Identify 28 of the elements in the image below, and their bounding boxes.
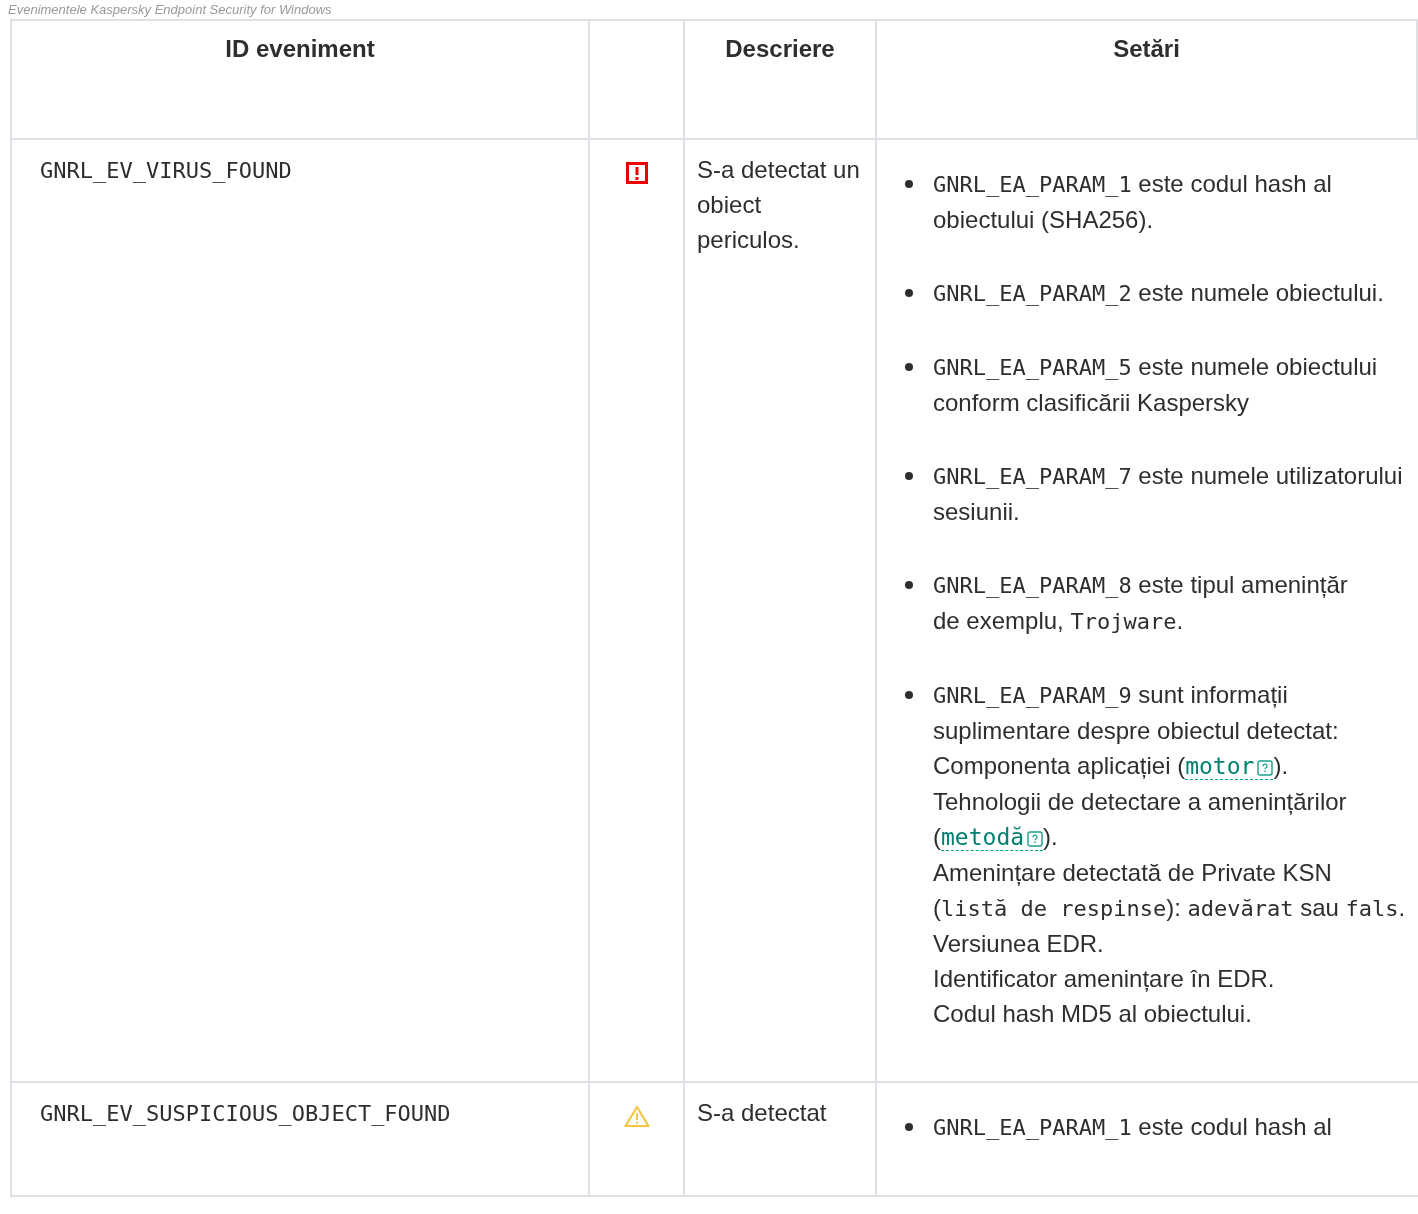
bullet-icon [905, 289, 913, 297]
glossary-link[interactable]: metodă [941, 824, 1044, 851]
parameter-description: GNRL_EA_PARAM_9 sunt informații suplimentare despre obiectul detectat: Componenta aplicației (motor ). Tehnologii de detectare a amenințărilor (metodă ). Amenințare detectată de Private KSN (listă de respinse): adevărat sau fals. Versiunea EDR. Identificator amenințare în EDR. Codul hash MD5 al obiectului. [933, 680, 1407, 1029]
help-icon [1027, 831, 1044, 847]
bullet-icon [905, 581, 913, 589]
help-icon [1257, 760, 1274, 776]
event-id: GNRL_EV_SUSPICIOUS_OBJECT_FOUND [39, 1101, 451, 1126]
column-header: Descriere [725, 35, 835, 62]
glossary-link[interactable]: motor [1185, 753, 1274, 780]
parameter-description: GNRL_EA_PARAM_1 este codul hash al [933, 1112, 1333, 1142]
bullet-icon [905, 363, 913, 371]
warning-icon [623, 1105, 650, 1127]
bullet-icon [905, 1123, 913, 1131]
event-id: GNRL_EV_VIRUS_FOUND [39, 158, 292, 183]
event-description: S-a detectat un obiect periculos. [697, 156, 860, 253]
bullet-icon [905, 472, 913, 480]
parameter-description: GNRL_EA_PARAM_5 este numele obiectului conform clasificării Kaspersky [933, 352, 1379, 418]
parameter-description: GNRL_EA_PARAM_7 este numele utilizatorului sesiunii. [933, 461, 1404, 527]
bullet-icon [905, 180, 913, 188]
bullet-icon [905, 691, 913, 699]
parameter-description: GNRL_EA_PARAM_2 este numele obiectului. [933, 278, 1385, 308]
column-header: Setări [1113, 35, 1180, 62]
event-description: S-a detectat [697, 1099, 827, 1126]
column-header: ID eveniment [225, 35, 375, 62]
error-icon [625, 162, 648, 184]
parameter-description: GNRL_EA_PARAM_1 este codul hash al obiectului (SHA256). [933, 169, 1333, 235]
page-caption: Evenimentele Kaspersky Endpoint Security for Windows [7, 1, 332, 19]
parameter-description: GNRL_EA_PARAM_8 este tipul amenințăr de exemplu, Trojware. [933, 570, 1349, 636]
